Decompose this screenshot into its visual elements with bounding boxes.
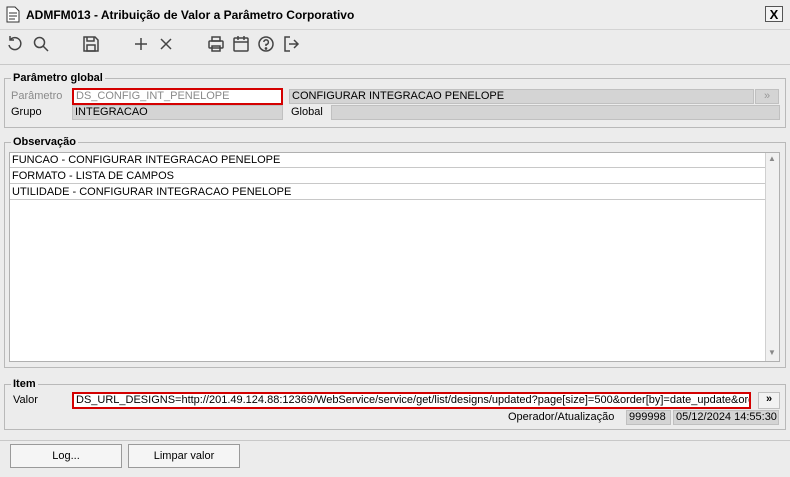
exit-icon[interactable] [280, 33, 302, 55]
parametro-description-field: CONFIGURAR INTEGRACAO PENELOPE [289, 89, 754, 104]
print-icon[interactable] [205, 33, 227, 55]
toolbar-divider [0, 64, 790, 65]
parametro-lookup-button[interactable]: » [755, 89, 779, 104]
list-item[interactable]: FUNCAO - CONFIGURAR INTEGRACAO PENELOPE [10, 153, 766, 168]
scroll-down-icon[interactable]: ▼ [766, 347, 778, 359]
grupo-label: Grupo [11, 106, 42, 118]
search-icon[interactable] [30, 33, 52, 55]
window-title: ADMFM013 - Atribuição de Valor a Parâmet… [26, 8, 355, 22]
operador-label: Operador/Atualização [508, 411, 615, 423]
log-button[interactable]: Log... [10, 444, 122, 468]
grupo-field: INTEGRACAO [72, 105, 283, 120]
atualizacao-field: 05/12/2024 14:55:30 [673, 410, 779, 425]
list-item[interactable]: UTILIDADE - CONFIGURAR INTEGRACAO PENELO… [10, 185, 766, 200]
scroll-up-icon[interactable]: ▲ [766, 153, 778, 165]
calendar-icon[interactable] [230, 33, 252, 55]
delete-icon[interactable] [155, 33, 177, 55]
valor-input[interactable]: DS_URL_DESIGNS=http://201.49.124.88:1236… [72, 392, 751, 409]
close-button[interactable]: X [765, 6, 783, 22]
operador-field: 999998 [626, 410, 671, 425]
global-label: Global [291, 106, 323, 118]
footer-divider [0, 440, 790, 441]
limpar-valor-button[interactable]: Limpar valor [128, 444, 240, 468]
item-legend: Item [13, 378, 36, 390]
valor-expand-button[interactable]: » [758, 392, 780, 409]
save-icon[interactable] [80, 33, 102, 55]
parametro-input[interactable]: DS_CONFIG_INT_PENELOPE [72, 88, 283, 105]
global-field [331, 105, 780, 120]
help-icon[interactable] [255, 33, 277, 55]
add-icon[interactable] [130, 33, 152, 55]
observacao-scrollbar[interactable]: ▲ ▼ [765, 153, 779, 361]
document-icon [6, 6, 20, 23]
parametro-global-legend: Parâmetro global [13, 72, 103, 84]
refresh-icon[interactable] [4, 33, 26, 55]
list-item[interactable]: FORMATO - LISTA DE CAMPOS [10, 169, 766, 184]
observacao-legend: Observação [13, 136, 76, 148]
parametro-label: Parâmetro [11, 90, 63, 102]
valor-label: Valor [13, 394, 38, 406]
